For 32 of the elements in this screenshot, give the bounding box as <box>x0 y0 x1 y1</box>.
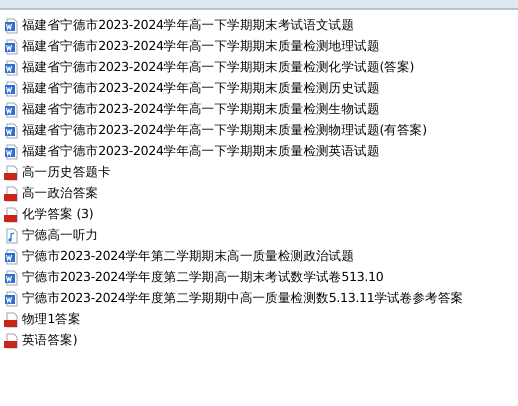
pdf-document-icon <box>4 332 20 348</box>
file-name[interactable]: 化学答案 (3) <box>22 206 94 223</box>
pdf-document-icon <box>4 164 20 180</box>
pdf-document-icon <box>4 206 20 222</box>
file-name[interactable]: 宁德高一听力 <box>22 227 98 244</box>
file-name[interactable]: 高一历史答题卡 <box>22 164 111 181</box>
file-name[interactable]: 物理1答案 <box>22 311 80 328</box>
word-document-icon <box>4 248 20 264</box>
word-document-icon <box>4 80 20 96</box>
word-document-icon <box>4 60 20 76</box>
word-document-icon <box>4 270 20 286</box>
file-name[interactable]: 福建省宁德市2023-2024学年高一下学期期末质量检测化学试题(答案) <box>22 59 414 76</box>
word-document-icon <box>4 38 20 54</box>
file-name[interactable]: 福建省宁德市2023-2024学年高一下学期期末质量检测地理试题 <box>22 38 380 55</box>
word-document-icon <box>4 102 20 118</box>
file-name[interactable]: 福建省宁德市2023-2024学年高一下学期期末质量检测英语试题 <box>22 143 380 160</box>
file-name[interactable]: 高一政治答案 <box>22 185 98 202</box>
pdf-document-icon <box>4 312 20 328</box>
file-name[interactable]: 福建省宁德市2023-2024学年高一下学期期末质量检测生物试题 <box>22 101 380 118</box>
word-document-icon <box>4 18 20 34</box>
file-name[interactable]: 福建省宁德市2023-2024学年高一下学期期末考试语文试题 <box>22 17 354 34</box>
word-document-icon <box>4 122 20 138</box>
word-document-icon <box>4 290 20 306</box>
file-name[interactable]: 英语答案) <box>22 332 78 349</box>
music-note-icon <box>4 228 20 244</box>
file-name[interactable]: 宁德市2023-2024学年度第二学期高一期末考试数学试卷513.10 <box>22 269 384 286</box>
file-name[interactable]: 宁德市2023-2024学年第二学期期末高一质量检测政治试题 <box>22 248 354 265</box>
file-name[interactable]: 福建省宁德市2023-2024学年高一下学期期末质量检测物理试题(有答案) <box>22 122 427 139</box>
word-document-icon <box>4 144 20 160</box>
file-name[interactable]: 宁德市2023-2024学年度第二学期期中高一质量检测数5.13.11学试卷参考答案 <box>22 290 464 307</box>
pdf-document-icon <box>4 186 20 202</box>
file-name[interactable]: 福建省宁德市2023-2024学年高一下学期期末质量检测历史试题 <box>22 80 380 97</box>
